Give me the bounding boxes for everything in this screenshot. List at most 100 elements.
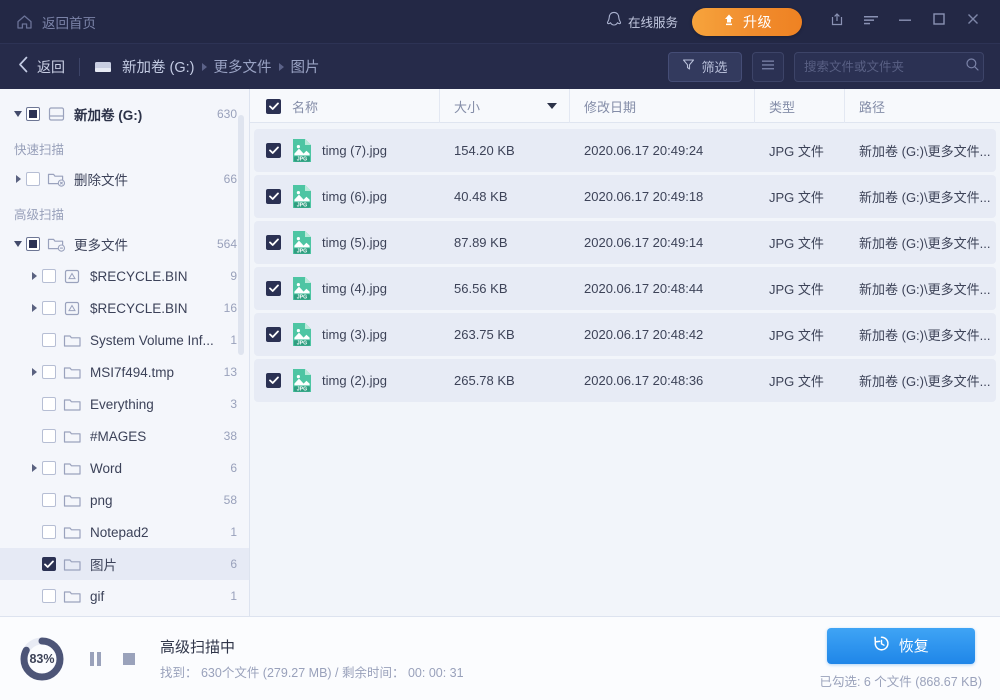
tree-checkbox[interactable] [42, 397, 56, 411]
cell-size: 56.56 KB [440, 281, 570, 296]
column-header-size[interactable]: 大小 [440, 89, 570, 123]
column-header-type[interactable]: 类型 [755, 89, 845, 123]
tree-checkbox[interactable] [42, 525, 56, 539]
tree-node-count: 630 [217, 107, 237, 121]
tree-checkbox[interactable] [42, 461, 56, 475]
cell-path: 新加卷 (G:)\更多文件... [845, 233, 996, 252]
tree-checkbox[interactable] [42, 493, 56, 507]
tree-node-png[interactable]: png58 [0, 484, 249, 516]
tree-group-header: 高级扫描 [0, 195, 249, 228]
expand-toggle[interactable] [26, 464, 42, 472]
tree-node-label: #MAGES [90, 429, 216, 444]
pause-button[interactable] [82, 646, 108, 672]
breadcrumb-item-0[interactable]: 新加卷 (G:) [122, 56, 195, 77]
expand-toggle[interactable] [26, 304, 42, 312]
recover-button[interactable]: 恢复 [827, 628, 975, 664]
tree-checkbox[interactable] [42, 301, 56, 315]
expand-toggle[interactable] [10, 175, 26, 183]
table-row[interactable]: JPGtimg (6).jpg40.48 KB2020.06.17 20:49:… [254, 175, 996, 218]
table-row[interactable]: JPGtimg (3).jpg263.75 KB2020.06.17 20:48… [254, 313, 996, 356]
tree-checkbox[interactable] [42, 429, 56, 443]
export-button[interactable] [820, 7, 854, 37]
tree-checkbox[interactable] [42, 365, 56, 379]
tree-checkbox[interactable] [26, 237, 40, 251]
maximize-button[interactable] [922, 7, 956, 37]
tree-node-gif[interactable]: gif1 [0, 580, 249, 612]
home-button[interactable]: 返回首页 [16, 0, 96, 43]
folder-icon [63, 556, 82, 573]
cell-type: JPG 文件 [755, 371, 845, 390]
row-checkbox[interactable] [266, 189, 281, 204]
tree-node-drive[interactable]: 新加卷 (G:)630 [0, 98, 249, 130]
column-header-name[interactable]: 名称 [250, 89, 440, 123]
tree-node-Notepad2[interactable]: Notepad21 [0, 516, 249, 548]
drive-icon [94, 60, 112, 74]
tree-checkbox[interactable] [42, 557, 56, 571]
upgrade-button[interactable]: 升级 [692, 8, 802, 36]
sidebar-scrollbar[interactable] [238, 115, 244, 355]
expand-toggle[interactable] [10, 111, 26, 117]
select-all-checkbox[interactable] [266, 99, 281, 114]
expand-toggle[interactable] [10, 241, 26, 247]
file-table: 名称 大小修改日期类型 路径 JPGtimg (7).jpg154.20 KB202… [250, 89, 1000, 616]
tree-checkbox[interactable] [42, 589, 56, 603]
export-icon [830, 12, 844, 32]
file-name: timg (2).jpg [322, 373, 387, 388]
tree-checkbox[interactable] [42, 269, 56, 283]
expand-toggle[interactable] [26, 368, 42, 376]
breadcrumb-item-1[interactable]: 更多文件 [214, 56, 272, 77]
svg-text:JPG: JPG [297, 295, 307, 301]
tree-node-RECYCLEBIN[interactable]: $RECYCLE.BIN9 [0, 260, 249, 292]
online-service-button[interactable]: 在线服务 [606, 11, 678, 33]
deleted-folder-icon [47, 171, 66, 188]
stop-button[interactable] [116, 646, 142, 672]
row-checkbox[interactable] [266, 281, 281, 296]
column-header-label: 名称 [292, 97, 318, 116]
back-button[interactable]: 返回 [18, 56, 65, 78]
tree-node-MAGES[interactable]: #MAGES38 [0, 420, 249, 452]
tree-node-count: 1 [230, 589, 237, 603]
minimize-button[interactable] [888, 7, 922, 37]
expand-toggle[interactable] [26, 272, 42, 280]
svg-text:JPG: JPG [297, 157, 307, 163]
tree-node-RECYCLEBIN[interactable]: $RECYCLE.BIN16 [0, 292, 249, 324]
cell-path: 新加卷 (G:)\更多文件... [845, 187, 996, 206]
cell-size: 263.75 KB [440, 327, 570, 342]
table-row[interactable]: JPGtimg (4).jpg56.56 KB2020.06.17 20:48:… [254, 267, 996, 310]
filter-button[interactable]: 筛选 [668, 52, 742, 82]
column-header-label: 类型 [769, 97, 795, 116]
row-checkbox[interactable] [266, 235, 281, 250]
list-view-button[interactable] [752, 52, 784, 82]
tree-node-SystemVolumeInf[interactable]: System Volume Inf...1 [0, 324, 249, 356]
tree-node-Everything[interactable]: Everything3 [0, 388, 249, 420]
tree-checkbox[interactable] [42, 333, 56, 347]
search-box[interactable] [794, 52, 984, 82]
cell-date: 2020.06.17 20:49:18 [570, 189, 755, 204]
breadcrumb-item-2[interactable]: 图片 [291, 56, 320, 77]
column-header-date[interactable]: 修改日期 [570, 89, 755, 123]
sidebar: 新加卷 (G:)630快速扫描删除文件66高级扫描更多文件564$RECYCLE… [0, 89, 250, 616]
tree-node-Word[interactable]: Word6 [0, 452, 249, 484]
cell-name: JPGtimg (7).jpg [254, 138, 440, 163]
list-view-icon [761, 58, 775, 76]
tree-node-更多文件[interactable]: 更多文件564 [0, 228, 249, 260]
row-checkbox[interactable] [266, 327, 281, 342]
sort-desc-icon[interactable] [547, 103, 557, 109]
close-button[interactable] [956, 7, 990, 37]
menu-button[interactable] [854, 7, 888, 37]
row-checkbox[interactable] [266, 143, 281, 158]
table-row[interactable]: JPGtimg (5).jpg87.89 KB2020.06.17 20:49:… [254, 221, 996, 264]
search-icon[interactable] [965, 57, 980, 77]
table-row[interactable]: JPGtimg (2).jpg265.78 KB2020.06.17 20:48… [254, 359, 996, 402]
table-row[interactable]: JPGtimg (7).jpg154.20 KB2020.06.17 20:49… [254, 129, 996, 172]
search-input[interactable] [804, 60, 965, 74]
column-header-path[interactable]: 路径 [845, 89, 1000, 123]
tree-checkbox[interactable] [26, 172, 40, 186]
tree-node-图片[interactable]: 图片6 [0, 548, 249, 580]
tree-checkbox[interactable] [26, 107, 40, 121]
tree-node-删除文件[interactable]: 删除文件66 [0, 163, 249, 195]
row-checkbox[interactable] [266, 373, 281, 388]
service-icon [606, 11, 622, 33]
svg-text:JPG: JPG [297, 249, 307, 255]
tree-node-MSI7f494tmp[interactable]: MSI7f494.tmp13 [0, 356, 249, 388]
